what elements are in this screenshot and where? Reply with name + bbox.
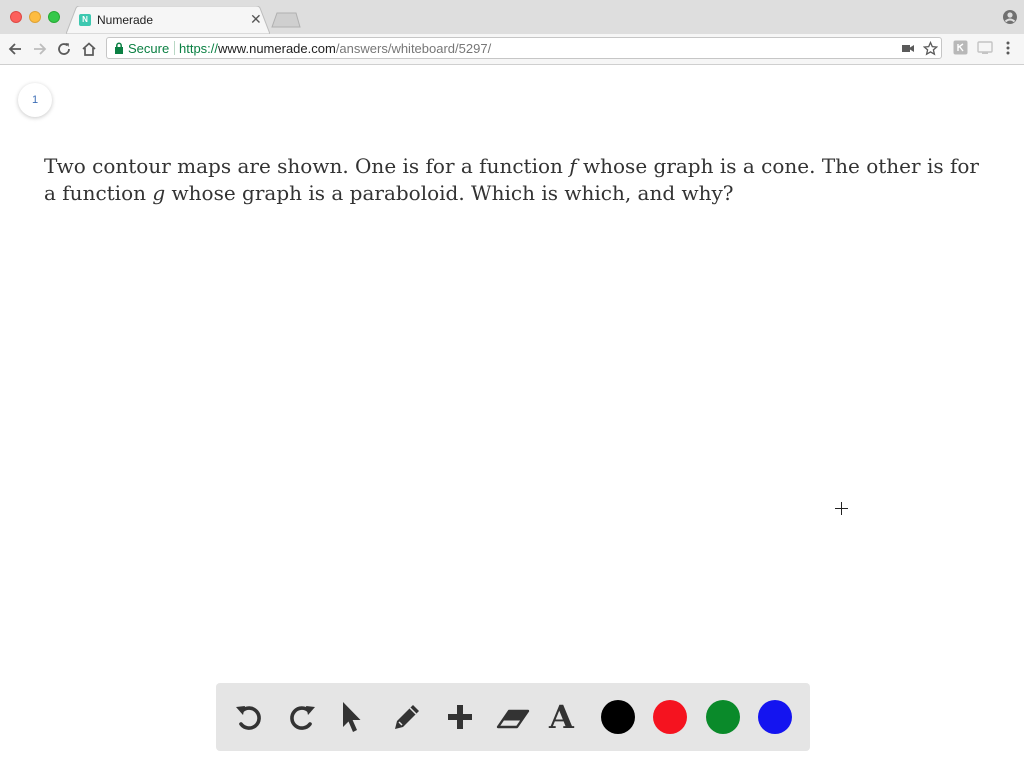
lock-icon	[115, 42, 123, 54]
reload-icon[interactable]	[55, 40, 73, 58]
drawing-toolbar: A	[216, 683, 810, 751]
browser-tab-strip: N Numerade ✕	[0, 0, 1024, 34]
undo-icon	[236, 706, 261, 730]
select-button[interactable]	[336, 700, 370, 734]
pencil-button[interactable]	[390, 700, 424, 734]
tab-close-icon[interactable]: ✕	[250, 11, 262, 28]
select-arrow-icon	[343, 702, 361, 732]
question-part-1: Two contour maps are shown. One is for a…	[44, 154, 570, 178]
color-black-swatch[interactable]	[601, 700, 635, 734]
redo-button[interactable]	[285, 700, 319, 734]
home-icon[interactable]	[80, 40, 98, 58]
bookmark-star-icon[interactable]	[923, 41, 938, 56]
close-window-button[interactable]	[10, 11, 22, 23]
eraser-icon	[496, 709, 530, 729]
url-path: /answers/whiteboard/5297/	[335, 41, 492, 56]
zoom-window-button[interactable]	[48, 11, 60, 23]
crosshair-cursor-icon	[835, 502, 848, 515]
url-text: https://www.numerade.com/answers/whitebo…	[179, 41, 491, 56]
url-host: www.numerade.com	[218, 41, 336, 56]
redo-icon	[290, 706, 315, 730]
numerade-favicon-icon: N	[79, 14, 91, 26]
camera-icon[interactable]	[901, 42, 915, 54]
browser-tab-numerade[interactable]: N Numerade ✕	[66, 6, 270, 34]
question-text: Two contour maps are shown. One is for a…	[44, 153, 994, 207]
browser-toolbar: Secure https://www.numerade.com/answers/…	[0, 34, 1024, 65]
pencil-icon	[395, 705, 419, 729]
profile-icon[interactable]	[1002, 9, 1018, 25]
tab-title: Numerade	[97, 13, 154, 27]
extension-icon[interactable]	[953, 40, 968, 55]
text-tool-button[interactable]: A	[549, 697, 574, 737]
page-number-badge[interactable]: 1	[18, 83, 52, 117]
color-blue-swatch[interactable]	[758, 700, 792, 734]
omnibox-divider	[174, 41, 175, 55]
question-part-3: whose graph is a paraboloid. Which is wh…	[165, 181, 734, 205]
undo-button[interactable]	[232, 700, 266, 734]
add-icon	[448, 705, 472, 729]
color-red-swatch[interactable]	[653, 700, 687, 734]
url-scheme: https://	[179, 41, 219, 56]
color-green-swatch[interactable]	[706, 700, 740, 734]
question-variable-f: f	[569, 154, 577, 178]
secure-label: Secure	[128, 41, 170, 56]
address-bar[interactable]: Secure https://www.numerade.com/answers/…	[106, 37, 942, 59]
cast-icon[interactable]	[977, 40, 993, 55]
back-icon[interactable]	[6, 40, 24, 58]
question-variable-g: g	[152, 181, 166, 205]
text-icon: A	[549, 698, 574, 736]
new-tab-button[interactable]	[270, 12, 302, 28]
menu-kebab-icon[interactable]	[1004, 40, 1012, 56]
minimize-window-button[interactable]	[29, 11, 41, 23]
add-shape-button[interactable]	[443, 700, 477, 734]
eraser-button[interactable]	[495, 700, 530, 734]
forward-icon[interactable]	[31, 40, 49, 58]
